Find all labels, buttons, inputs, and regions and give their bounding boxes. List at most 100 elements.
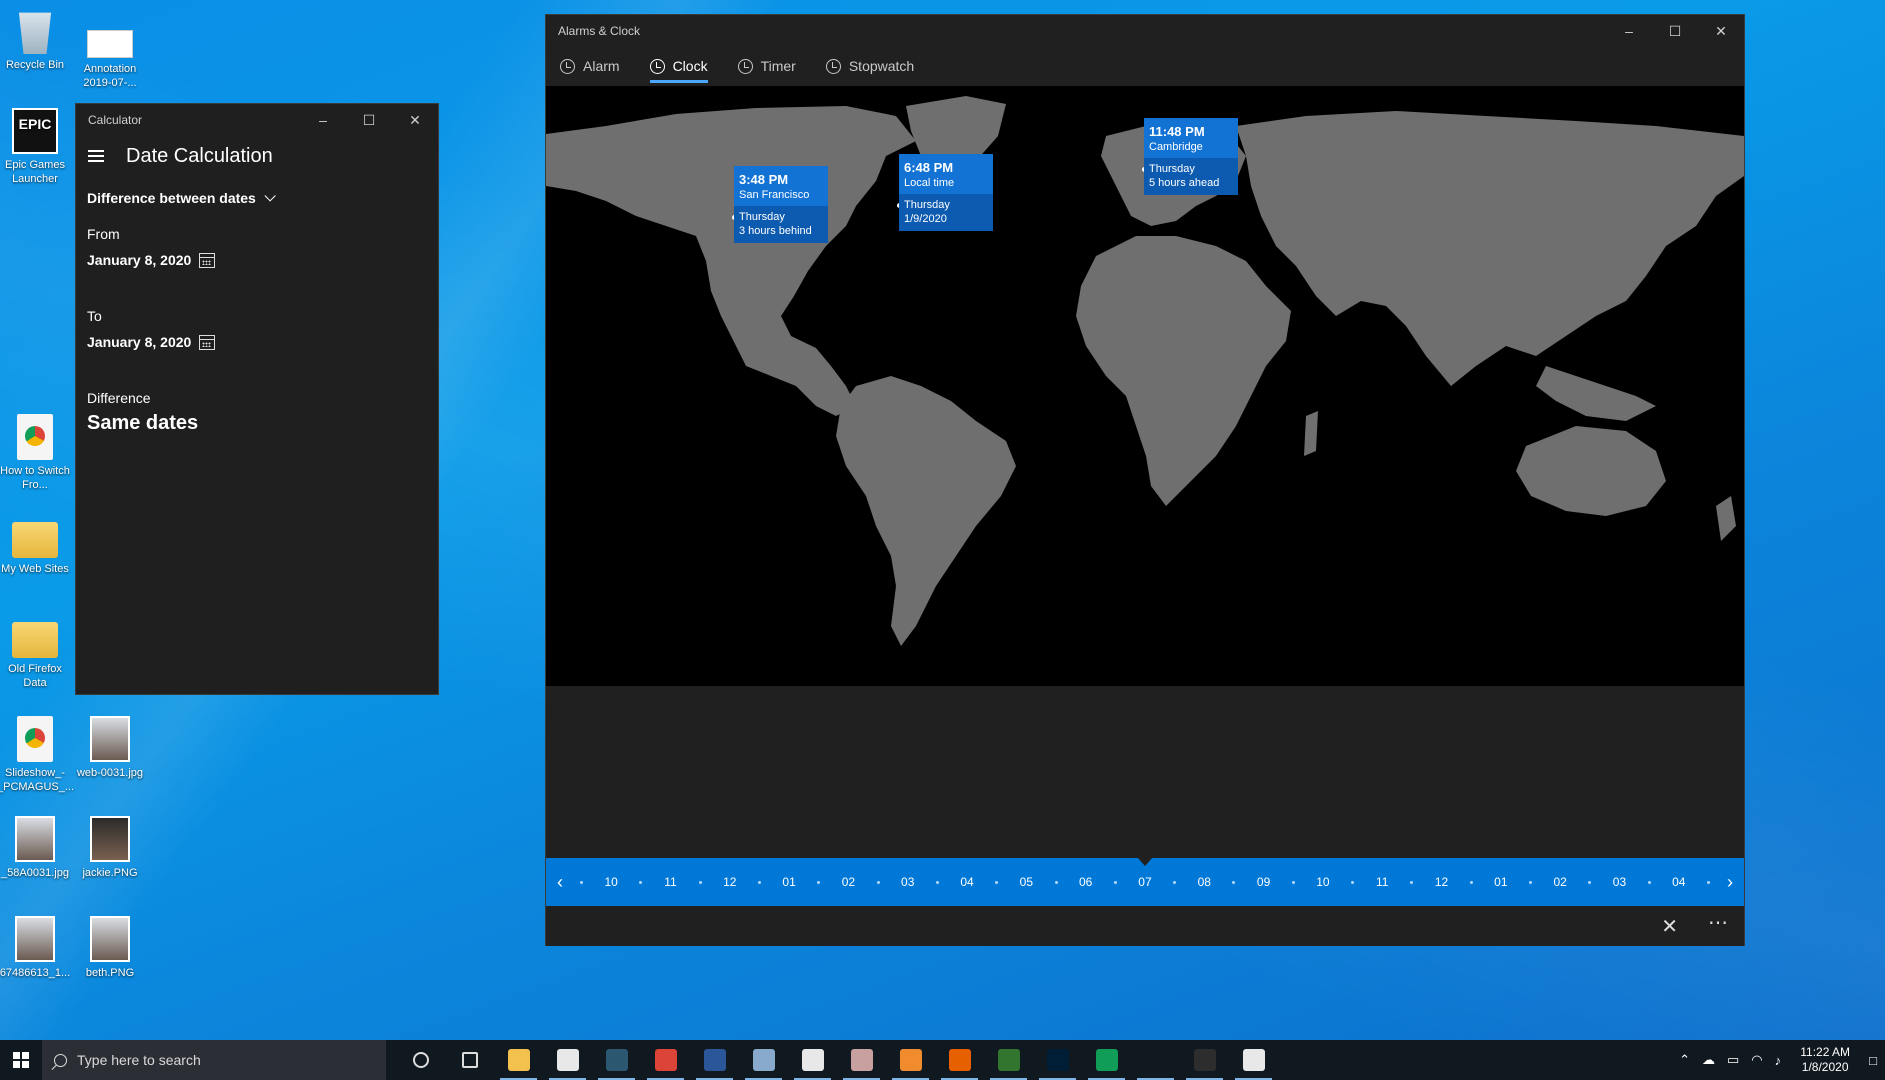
taskbar-app-chrome[interactable] xyxy=(641,1040,690,1080)
chevron-down-icon xyxy=(264,190,276,202)
desktop-icon-epic-games[interactable]: EPIC Epic Games Launcher xyxy=(0,108,73,186)
timeline-hour[interactable]: 07 xyxy=(1128,875,1162,889)
recycle-bin-icon xyxy=(18,12,52,54)
clock-card-local-time[interactable]: 6:48 PM Local time Thursday 1/9/2020 xyxy=(899,154,993,231)
timeline-hour[interactable]: 11 xyxy=(1365,875,1399,889)
timeline-marker-icon xyxy=(1137,857,1153,866)
timeline-hour[interactable]: 05 xyxy=(1009,875,1043,889)
from-date-picker[interactable]: January 8, 2020 xyxy=(87,252,438,268)
timeline-prev-button[interactable]: ‹ xyxy=(546,872,574,893)
taskbar-app-photoshop[interactable] xyxy=(1033,1040,1082,1080)
difference-value: Same dates xyxy=(87,412,199,434)
taskbar-app-store[interactable] xyxy=(543,1040,592,1080)
timeline-hour[interactable]: 10 xyxy=(1306,875,1340,889)
tab-stopwatch[interactable]: Stopwatch xyxy=(825,47,914,85)
timeline-hour[interactable]: 02 xyxy=(1543,875,1577,889)
continent-islands xyxy=(1536,366,1656,421)
minimize-button[interactable]: – xyxy=(1606,15,1652,47)
timeline-hour[interactable]: 10 xyxy=(594,875,628,889)
timeline-hour[interactable]: 08 xyxy=(1187,875,1221,889)
world-map[interactable]: 3:48 PM San Francisco Thursday 3 hours b… xyxy=(546,86,1744,686)
search-input[interactable] xyxy=(77,1052,357,1068)
taskbar-search[interactable] xyxy=(42,1040,386,1080)
chevron-up-icon[interactable]: ⌃ xyxy=(1679,1052,1690,1068)
desktop-icon-58a0031[interactable]: _58A0031.jpg xyxy=(0,816,73,880)
timeline-hour[interactable]: 02 xyxy=(831,875,865,889)
close-button[interactable]: ✕ xyxy=(392,104,438,136)
timeline-hour[interactable]: 01 xyxy=(1484,875,1518,889)
alarms-titlebar[interactable]: Alarms & Clock – ☐ ✕ xyxy=(546,15,1744,47)
start-button[interactable] xyxy=(0,1040,42,1080)
desktop-icon-67486613[interactable]: 67486613_1... xyxy=(0,916,73,980)
taskbar-clock[interactable]: 11:22 AM 1/8/2020 xyxy=(1793,1045,1857,1075)
more-options-button[interactable]: ⋯ xyxy=(1708,910,1730,935)
to-date-picker[interactable]: January 8, 2020 xyxy=(87,334,438,350)
volume-icon[interactable]: ♪ xyxy=(1775,1053,1782,1068)
desktop-icon-how-to-switch[interactable]: How to Switch Fro... xyxy=(0,414,73,492)
desktop-icon-recycle-bin[interactable]: Recycle Bin xyxy=(0,8,73,72)
taskbar-app-project[interactable] xyxy=(984,1040,1033,1080)
timeline-tick xyxy=(757,880,761,884)
taskbar-app-firefox[interactable] xyxy=(935,1040,984,1080)
desktop-icon-old-firefox-data[interactable]: Old Firefox Data xyxy=(0,614,73,690)
timeline-hour[interactable]: 03 xyxy=(891,875,925,889)
calculator-titlebar[interactable]: Calculator – ☐ ✕ xyxy=(76,104,438,136)
timeline-tick xyxy=(1706,880,1710,884)
close-button[interactable]: ✕ xyxy=(1698,15,1744,47)
minimize-button[interactable]: – xyxy=(300,104,346,136)
timeline-hour[interactable]: 06 xyxy=(1069,875,1103,889)
taskbar-app-task-view[interactable] xyxy=(445,1040,494,1080)
desktop-icon-beth[interactable]: beth.PNG xyxy=(72,916,148,980)
onedrive-icon[interactable]: ☁ xyxy=(1702,1052,1715,1068)
stopwatch-icon xyxy=(825,58,841,74)
desktop-icon-slideshow[interactable]: Slideshow_-_PCMAGUS_... xyxy=(0,716,74,794)
timeline-hour[interactable]: 12 xyxy=(1425,875,1459,889)
maximize-button[interactable]: ☐ xyxy=(346,104,392,136)
clock-card-san-francisco[interactable]: 3:48 PM San Francisco Thursday 3 hours b… xyxy=(734,166,828,243)
timeline-track[interactable]: 10 11 12 01 02 03 04 05 06 07 08 09 10 11 12 01 02 03 04 xyxy=(574,875,1716,889)
timeline-hour[interactable]: 04 xyxy=(950,875,984,889)
clock-card-cambridge[interactable]: 11:48 PM Cambridge Thursday 5 hours ahea… xyxy=(1144,118,1238,195)
timer-icon xyxy=(737,58,753,74)
taskbar-app-app[interactable] xyxy=(592,1040,641,1080)
close-timeline-button[interactable]: ✕ xyxy=(1661,914,1678,939)
taskbar-app-word[interactable] xyxy=(690,1040,739,1080)
tab-timer[interactable]: Timer xyxy=(737,47,796,85)
calc-type-dropdown[interactable]: Difference between dates xyxy=(87,190,438,206)
folder-icon xyxy=(12,622,58,658)
tab-clock[interactable]: Clock xyxy=(649,47,708,85)
timeline-tick xyxy=(698,880,702,884)
action-center-icon[interactable]: □ xyxy=(1869,1053,1877,1068)
desktop-icon-annotation[interactable]: Annotation 2019-07-... xyxy=(72,16,148,90)
continent-africa xyxy=(1076,236,1291,506)
timeline-hour[interactable]: 09 xyxy=(1247,875,1281,889)
timeline-tick xyxy=(1469,880,1473,884)
timeline-hour[interactable]: 11 xyxy=(653,875,687,889)
taskbar-app-alarms[interactable] xyxy=(1131,1040,1180,1080)
wifi-icon[interactable]: ◠ xyxy=(1751,1052,1762,1068)
battery-icon[interactable]: ▭ xyxy=(1727,1052,1739,1068)
time-scrubber[interactable]: ‹ 10 11 12 01 02 03 04 05 06 07 08 09 10 11 12 01 02 03 04… xyxy=(546,857,1744,906)
desktop-icon-jackie[interactable]: jackie.PNG xyxy=(72,816,148,880)
desktop-icon-my-web-sites[interactable]: My Web Sites xyxy=(0,514,73,576)
taskbar-app-cortana[interactable] xyxy=(396,1040,445,1080)
timeline-hour[interactable]: 01 xyxy=(772,875,806,889)
taskbar-app-chrome[interactable] xyxy=(1082,1040,1131,1080)
timeline-next-button[interactable]: › xyxy=(1716,872,1744,893)
search-icon xyxy=(54,1053,67,1067)
timeline-hour[interactable]: 12 xyxy=(713,875,747,889)
desktop-icon-web-0031[interactable]: web-0031.jpg xyxy=(72,716,148,780)
taskbar-app-file-explorer[interactable] xyxy=(494,1040,543,1080)
tab-alarm[interactable]: Alarm xyxy=(560,47,620,85)
taskbar-app-app[interactable] xyxy=(837,1040,886,1080)
timeline-hour[interactable]: 04 xyxy=(1662,875,1696,889)
taskbar-app-calculator[interactable] xyxy=(1180,1040,1229,1080)
taskbar-app-app[interactable] xyxy=(886,1040,935,1080)
taskbar-app-slack[interactable] xyxy=(788,1040,837,1080)
firefox-icon xyxy=(948,1049,971,1071)
timeline-hour[interactable]: 03 xyxy=(1602,875,1636,889)
hamburger-menu-icon[interactable] xyxy=(88,150,104,162)
taskbar-app-paint[interactable] xyxy=(739,1040,788,1080)
maximize-button[interactable]: ☐ xyxy=(1652,15,1698,47)
taskbar-app-maps[interactable] xyxy=(1229,1040,1278,1080)
